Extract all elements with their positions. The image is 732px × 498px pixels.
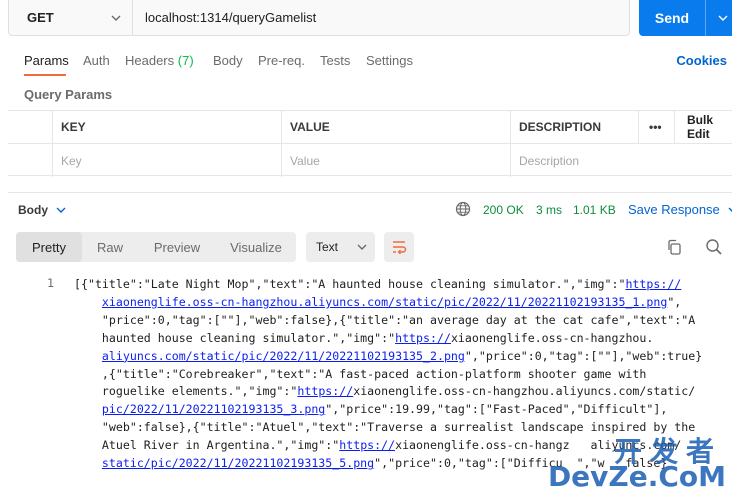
url-link[interactable]: https:// (297, 384, 353, 398)
method-select[interactable]: GET (9, 0, 133, 35)
copy-icon[interactable] (665, 238, 683, 256)
chevron-down-icon (110, 12, 122, 24)
watermark-text-bottom: DevZe.CoM (547, 460, 726, 493)
wrap-lines-button[interactable] (384, 232, 414, 262)
params-empty-row: Key Value Description (8, 144, 732, 177)
response-body-dropdown[interactable]: Body (18, 203, 66, 217)
query-params-title: Query Params (24, 87, 113, 102)
view-mode-tabs: Pretty Raw Preview Visualize (16, 232, 296, 262)
code-line: ,{"title":"Corebreaker","text":"A fast-p… (74, 366, 647, 381)
params-header-row: KEY VALUE DESCRIPTION ••• Bulk Edit (8, 111, 732, 144)
tab-body[interactable]: Body (213, 53, 243, 68)
code-line: aliyuncs.com/static/pic/2022/11/20221102… (101, 348, 703, 363)
headers-count: (7) (177, 53, 194, 68)
tab-pre-request[interactable]: Pre-req. (258, 53, 305, 68)
tab-auth[interactable]: Auth (83, 53, 110, 68)
url-link[interactable]: xiaonenglife.oss-cn-hangzhou.aliyuncs.co… (102, 295, 667, 309)
status-code[interactable]: 200 OK (483, 203, 524, 217)
column-value: VALUE (281, 111, 510, 143)
watermark-logo: 开发者 DevZe.CoM (548, 430, 732, 498)
view-pretty[interactable]: Pretty (16, 232, 82, 262)
params-table: KEY VALUE DESCRIPTION ••• Bulk Edit Key … (8, 110, 732, 177)
chevron-down-icon (728, 207, 732, 212)
chevron-down-icon (357, 244, 367, 250)
tab-headers[interactable]: Headers (7) (125, 53, 194, 68)
code-line: haunted house cleaning simulator.","img"… (74, 330, 654, 345)
tab-settings[interactable]: Settings (366, 53, 413, 68)
line-number: 1 (47, 276, 54, 290)
view-visualize[interactable]: Visualize (216, 232, 296, 262)
url-link[interactable]: aliyuncs.com/static/pic/2022/11/20221102… (102, 349, 465, 363)
response-time[interactable]: 3 ms (536, 203, 562, 217)
code-line: [{"title":"Late Night Mop","text":"A hau… (74, 277, 682, 291)
response-bar: Body 200 OK 3 ms 1.01 KB Save Response (8, 192, 732, 226)
url-link[interactable]: pic/2022/11/20221102193135_3.png (102, 402, 325, 416)
view-raw[interactable]: Raw (82, 232, 138, 262)
method-label: GET (27, 10, 54, 25)
column-key: KEY (52, 111, 281, 143)
chevron-down-icon (56, 207, 66, 213)
save-response-button[interactable]: Save Response (628, 202, 732, 217)
code-line: pic/2022/11/20221102193135_3.png","price… (101, 402, 668, 417)
send-button[interactable]: Send (639, 0, 732, 36)
checkbox-column (8, 111, 52, 143)
response-size[interactable]: 1.01 KB (573, 203, 616, 217)
tab-tests[interactable]: Tests (320, 53, 350, 68)
row-checkbox-cell (8, 144, 52, 177)
more-options-icon[interactable]: ••• (638, 111, 674, 143)
url-link[interactable]: static/pic/2022/11/20221102193135_5.png (102, 456, 374, 470)
send-label: Send (654, 10, 690, 26)
chevron-down-icon[interactable] (706, 15, 732, 21)
request-bar: GET localhost:1314/queryGamelist (8, 0, 630, 36)
wrap-lines-icon (393, 241, 407, 254)
code-line: "price":0,"tag":[""],"web":false},{"titl… (74, 312, 696, 327)
globe-icon[interactable] (455, 201, 471, 217)
view-preview[interactable]: Preview (138, 232, 216, 262)
url-input[interactable]: localhost:1314/queryGamelist (133, 10, 316, 25)
code-line: xiaonenglife.oss-cn-hangzhou.aliyuncs.co… (101, 294, 682, 309)
bulk-edit-link[interactable]: Bulk Edit (674, 111, 732, 143)
url-link[interactable]: https:// (339, 438, 395, 452)
cookies-link[interactable]: Cookies (676, 53, 727, 68)
value-input[interactable]: Value (281, 144, 510, 177)
request-tabs: Params Auth Headers (7) Body Pre-req. Te… (0, 48, 732, 76)
url-link[interactable]: https:// (395, 331, 451, 345)
search-icon[interactable] (705, 238, 723, 256)
key-input[interactable]: Key (52, 144, 281, 177)
tab-headers-label: Headers (125, 53, 175, 68)
save-response-label: Save Response (628, 202, 720, 217)
url-link[interactable]: https:// (625, 277, 681, 291)
code-line: roguelike elements.","img":"https://xiao… (74, 384, 696, 399)
format-select[interactable]: Text (306, 232, 375, 262)
format-label: Text (316, 240, 339, 254)
description-input[interactable]: Description (510, 144, 732, 177)
active-tab-indicator (24, 74, 66, 76)
response-body-label: Body (18, 203, 48, 217)
column-description: DESCRIPTION (510, 111, 638, 143)
tab-params[interactable]: Params (24, 53, 69, 68)
